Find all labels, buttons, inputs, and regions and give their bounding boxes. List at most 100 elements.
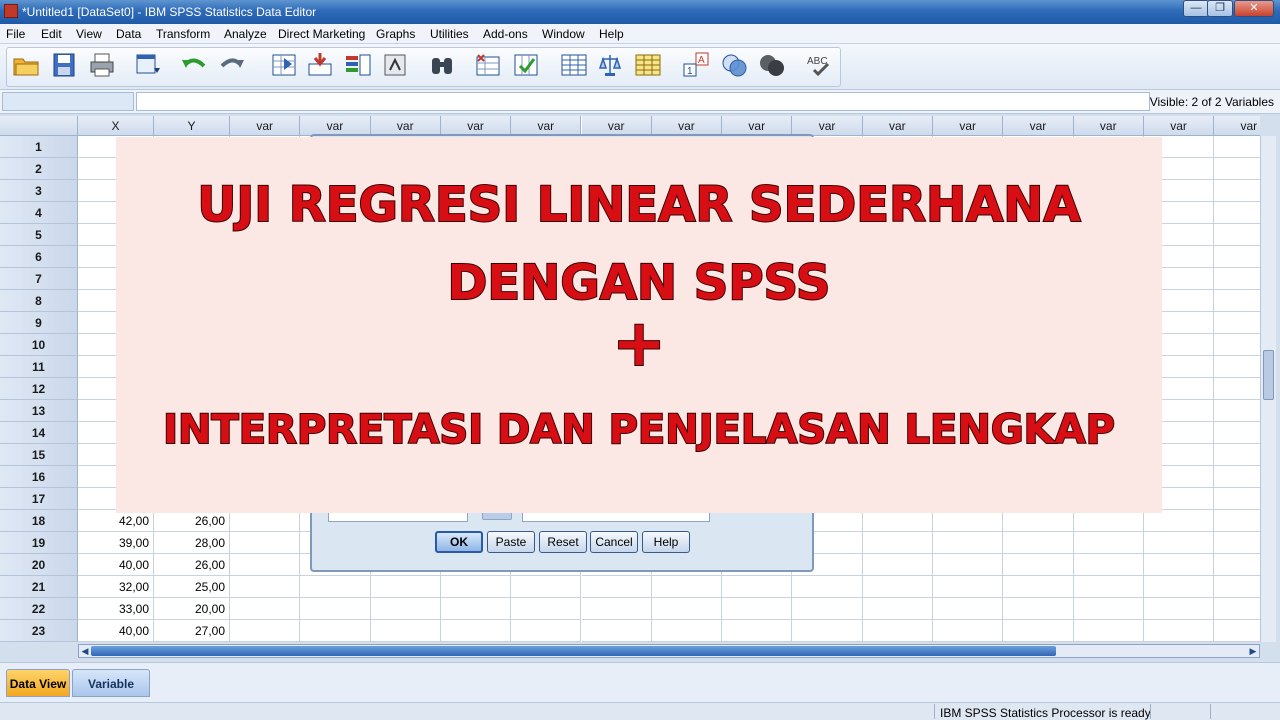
cell-x[interactable]: 33,00 — [78, 598, 154, 620]
cell-empty[interactable] — [1073, 598, 1144, 620]
cell-empty[interactable] — [1214, 224, 1260, 246]
row-header[interactable]: 11 — [0, 356, 78, 378]
cell-empty[interactable] — [862, 554, 933, 576]
cell-empty[interactable] — [1214, 136, 1260, 158]
cell-empty[interactable] — [230, 510, 301, 532]
undo-button[interactable] — [178, 50, 210, 80]
print-button[interactable] — [86, 50, 118, 80]
cell-y[interactable]: 26,00 — [154, 554, 230, 576]
row-header[interactable]: 15 — [0, 444, 78, 466]
cell-empty[interactable] — [440, 576, 512, 598]
scroll-left-arrow-icon[interactable]: ◀ — [79, 645, 91, 657]
column-header-var[interactable]: var — [511, 116, 582, 136]
cell-empty[interactable] — [1003, 576, 1074, 598]
cell-empty[interactable] — [1143, 598, 1215, 620]
column-header-var[interactable]: var — [792, 116, 863, 136]
row-header[interactable]: 21 — [0, 576, 78, 598]
cell-empty[interactable] — [1214, 444, 1260, 466]
cell-empty[interactable] — [1073, 532, 1144, 554]
cell-x[interactable]: 32,00 — [78, 576, 154, 598]
column-header-var[interactable]: var — [1214, 116, 1260, 136]
restore-button[interactable]: ❐ — [1207, 0, 1233, 17]
cell-empty[interactable] — [1003, 510, 1074, 532]
cell-empty[interactable] — [1073, 620, 1144, 642]
cell-empty[interactable] — [581, 620, 652, 642]
cell-empty[interactable] — [1214, 180, 1260, 202]
cell-empty[interactable] — [1214, 356, 1260, 378]
cell-empty[interactable] — [1143, 576, 1215, 598]
cell-empty[interactable] — [230, 620, 301, 642]
dialog-recall-button[interactable] — [132, 50, 164, 80]
cell-empty[interactable] — [722, 598, 793, 620]
cell-empty[interactable] — [862, 598, 933, 620]
cell-empty[interactable] — [1143, 510, 1215, 532]
row-header[interactable]: 1 — [0, 136, 78, 158]
row-header[interactable]: 7 — [0, 268, 78, 290]
cell-empty[interactable] — [1214, 312, 1260, 334]
split-file-button[interactable] — [558, 50, 590, 80]
cell-empty[interactable] — [300, 620, 371, 642]
variables-button[interactable] — [342, 50, 374, 80]
cell-empty[interactable] — [722, 620, 793, 642]
cell-x[interactable]: 42,00 — [78, 510, 154, 532]
cell-empty[interactable] — [1214, 422, 1260, 444]
row-header[interactable]: 13 — [0, 400, 78, 422]
row-header[interactable]: 22 — [0, 598, 78, 620]
cell-empty[interactable] — [230, 554, 301, 576]
cell-value-input[interactable] — [136, 92, 1150, 111]
row-header[interactable]: 10 — [0, 334, 78, 356]
cell-empty[interactable] — [440, 620, 512, 642]
cell-empty[interactable] — [1003, 598, 1074, 620]
horizontal-scroll-thumb[interactable] — [91, 646, 1056, 656]
menu-data[interactable]: Data — [116, 27, 141, 41]
row-header[interactable]: 16 — [0, 466, 78, 488]
row-header[interactable]: 3 — [0, 180, 78, 202]
column-header-var[interactable]: var — [1003, 116, 1074, 136]
row-header[interactable]: 6 — [0, 246, 78, 268]
column-header-var[interactable]: var — [440, 116, 512, 136]
column-header-var[interactable]: var — [581, 116, 652, 136]
tab-data-view[interactable]: Data View — [6, 669, 70, 697]
cell-y[interactable]: 20,00 — [154, 598, 230, 620]
cell-empty[interactable] — [511, 620, 582, 642]
cell-empty[interactable] — [370, 576, 441, 598]
column-header-y[interactable]: Y — [154, 116, 230, 136]
cell-empty[interactable] — [933, 510, 1004, 532]
cell-empty[interactable] — [792, 576, 863, 598]
dialog-reset-button[interactable]: Reset — [539, 531, 587, 553]
cell-x[interactable]: 40,00 — [78, 620, 154, 642]
insert-variable-button[interactable] — [510, 50, 542, 80]
minimize-button[interactable]: — — [1183, 0, 1209, 17]
column-header-var[interactable]: var — [722, 116, 793, 136]
row-header[interactable]: 19 — [0, 532, 78, 554]
cell-empty[interactable] — [862, 510, 933, 532]
column-header-var[interactable]: var — [230, 116, 301, 136]
cell-x[interactable]: 40,00 — [78, 554, 154, 576]
cell-empty[interactable] — [1073, 576, 1144, 598]
grid-corner[interactable] — [0, 116, 78, 136]
cell-empty[interactable] — [1214, 158, 1260, 180]
close-button[interactable]: ✕ — [1234, 0, 1274, 17]
column-header-var[interactable]: var — [370, 116, 441, 136]
row-header[interactable]: 20 — [0, 554, 78, 576]
cell-empty[interactable] — [1214, 290, 1260, 312]
cell-empty[interactable] — [581, 576, 652, 598]
menu-add-ons[interactable]: Add-ons — [483, 27, 528, 41]
cell-empty[interactable] — [1214, 202, 1260, 224]
dialog-help-button[interactable]: Help — [642, 531, 690, 553]
cell-empty[interactable] — [862, 576, 933, 598]
cell-empty[interactable] — [1143, 620, 1215, 642]
cell-empty[interactable] — [1003, 532, 1074, 554]
cell-empty[interactable] — [1214, 246, 1260, 268]
row-header[interactable]: 17 — [0, 488, 78, 510]
menu-analyze[interactable]: Analyze — [224, 27, 267, 41]
menu-utilities[interactable]: Utilities — [430, 27, 469, 41]
menu-edit[interactable]: Edit — [41, 27, 62, 41]
cell-y[interactable]: 28,00 — [154, 532, 230, 554]
scroll-right-arrow-icon[interactable]: ▶ — [1247, 645, 1259, 657]
cell-empty[interactable] — [230, 576, 301, 598]
go-to-case-button[interactable] — [268, 50, 300, 80]
column-header-var[interactable]: var — [651, 116, 723, 136]
row-header[interactable]: 14 — [0, 422, 78, 444]
cell-empty[interactable] — [1214, 554, 1260, 576]
